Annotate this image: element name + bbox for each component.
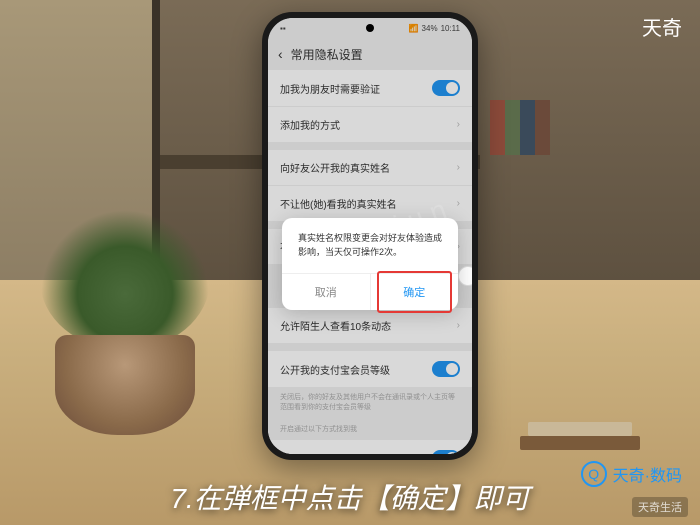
status-left: ▪▪ bbox=[280, 24, 286, 33]
cancel-button[interactable]: 取消 bbox=[282, 274, 371, 310]
back-icon[interactable]: ‹ bbox=[278, 46, 283, 62]
chevron-right-icon: › bbox=[457, 320, 460, 331]
phone-device: tianqijun ▪▪ 📶 34% 10:11 ‹ 常用隐私设置 加我为朋友时… bbox=[262, 12, 478, 460]
row-stranger-feed[interactable]: 允许陌生人查看10条动态 › bbox=[268, 308, 472, 343]
toggle-on[interactable] bbox=[432, 80, 460, 96]
row-phone[interactable]: 手机号 bbox=[268, 440, 472, 454]
chevron-right-icon: › bbox=[457, 119, 460, 130]
battery-text: 34% bbox=[422, 24, 438, 33]
confirm-dialog: 真实姓名权限变更会对好友体验造成影响，当天仅可操作2次。 取消 确定 bbox=[282, 218, 458, 310]
instruction-caption: 7.在弹框中点击【确定】即可 bbox=[170, 477, 529, 517]
brand-bottom-right: Q 天奇·数码 bbox=[581, 461, 682, 487]
search-icon: Q bbox=[581, 461, 607, 487]
row-public-name[interactable]: 向好友公开我的真实姓名 › bbox=[268, 150, 472, 186]
brand-top-right: 天奇 bbox=[642, 12, 682, 41]
note-member: 关闭后，你的好友及其他用户不会在通讯录或个人主页等范围看到你的支付宝会员等级 bbox=[268, 387, 472, 419]
brand-corner: 天奇生活 bbox=[632, 497, 688, 517]
row-add-method[interactable]: 添加我的方式 › bbox=[268, 107, 472, 142]
row-member-level[interactable]: 公开我的支付宝会员等级 bbox=[268, 351, 472, 387]
page-header: ‹ 常用隐私设置 bbox=[268, 38, 472, 70]
dialog-message: 真实姓名权限变更会对好友体验造成影响，当天仅可操作2次。 bbox=[282, 218, 458, 273]
chevron-right-icon: › bbox=[457, 162, 460, 173]
brightness-handle[interactable] bbox=[458, 266, 472, 286]
toggle-on[interactable] bbox=[432, 361, 460, 377]
row-friend-verify[interactable]: 加我为朋友时需要验证 bbox=[268, 70, 472, 107]
row-hide-name[interactable]: 不让他(她)看我的真实姓名 › bbox=[268, 186, 472, 221]
signal-icon: 📶 bbox=[409, 24, 419, 33]
page-title: 常用隐私设置 bbox=[291, 46, 363, 63]
highlight-box bbox=[377, 271, 453, 313]
toggle-on[interactable] bbox=[432, 450, 460, 454]
time-text: 10:11 bbox=[441, 24, 460, 33]
camera-notch bbox=[366, 24, 374, 32]
chevron-right-icon: › bbox=[457, 198, 460, 209]
note-section: 开启通过以下方式找到我 bbox=[268, 419, 472, 441]
ok-button[interactable]: 确定 bbox=[371, 274, 459, 310]
